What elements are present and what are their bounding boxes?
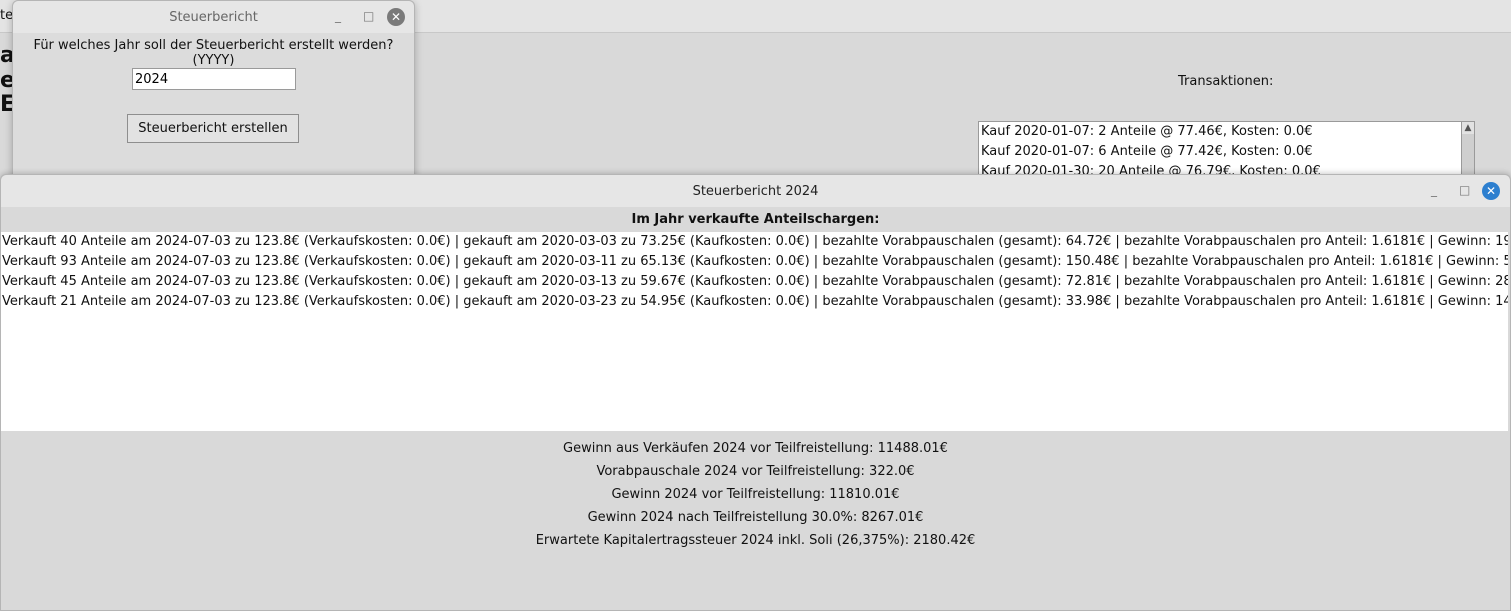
- dialog-prompt-label: Für welches Jahr soll der Steuerbericht …: [33, 38, 394, 68]
- close-icon[interactable]: ✕: [1482, 182, 1500, 200]
- create-report-button[interactable]: Steuerbericht erstellen: [127, 114, 299, 143]
- maximize-icon[interactable]: □: [1459, 183, 1470, 197]
- report-title: Steuerbericht 2024: [692, 184, 819, 199]
- report-titlebar[interactable]: Steuerbericht 2024 _ □ ✕: [1, 175, 1510, 207]
- dialog-titlebar[interactable]: Steuerbericht _ □ ✕: [13, 1, 414, 33]
- list-item[interactable]: Kauf 2020-01-07: 6 Anteile @ 77.42€, Kos…: [979, 142, 1461, 162]
- gain-before-exemption: Gewinn 2024 vor Teilfreistellung: 11810.…: [611, 487, 900, 502]
- minimize-icon[interactable]: _: [1431, 183, 1437, 197]
- list-item[interactable]: Kauf 2020-01-07: 2 Anteile @ 77.46€, Kos…: [979, 122, 1461, 142]
- close-icon[interactable]: ✕: [387, 8, 405, 26]
- summary-section: Gewinn aus Verkäufen 2024 vor Teilfreist…: [1, 437, 1510, 552]
- table-row[interactable]: Verkauft 45 Anteile am 2024-07-03 zu 123…: [1, 272, 1508, 292]
- table-row[interactable]: Verkauft 21 Anteile am 2024-07-03 zu 123…: [1, 292, 1508, 312]
- sold-batches-heading: Im Jahr verkaufte Anteilschargen:: [631, 212, 880, 227]
- expected-capital-gains-tax: Erwartete Kapitalertragssteuer 2024 inkl…: [535, 533, 976, 548]
- gain-after-exemption: Gewinn 2024 nach Teilfreistellung 30.0%:…: [587, 510, 924, 525]
- dialog-title: Steuerbericht: [169, 10, 258, 25]
- sold-batches-list[interactable]: Verkauft 40 Anteile am 2024-07-03 zu 123…: [1, 232, 1508, 431]
- report-window: Steuerbericht 2024 _ □ ✕ Im Jahr verkauf…: [0, 174, 1511, 611]
- transactions-label: Transaktionen:: [1178, 74, 1274, 89]
- table-row[interactable]: Verkauft 93 Anteile am 2024-07-03 zu 123…: [1, 252, 1508, 272]
- year-dialog: Steuerbericht _ □ ✕ Für welches Jahr sol…: [12, 0, 415, 180]
- table-row[interactable]: Verkauft 40 Anteile am 2024-07-03 zu 123…: [1, 232, 1508, 252]
- advance-lump-sum: Vorabpauschale 2024 vor Teilfreistellung…: [596, 464, 915, 479]
- gain-from-sales: Gewinn aus Verkäufen 2024 vor Teilfreist…: [563, 441, 948, 456]
- maximize-icon[interactable]: □: [363, 9, 374, 23]
- minimize-icon[interactable]: _: [335, 9, 341, 23]
- year-input[interactable]: [132, 68, 296, 90]
- scroll-up-arrow-icon[interactable]: ▲: [1462, 122, 1474, 134]
